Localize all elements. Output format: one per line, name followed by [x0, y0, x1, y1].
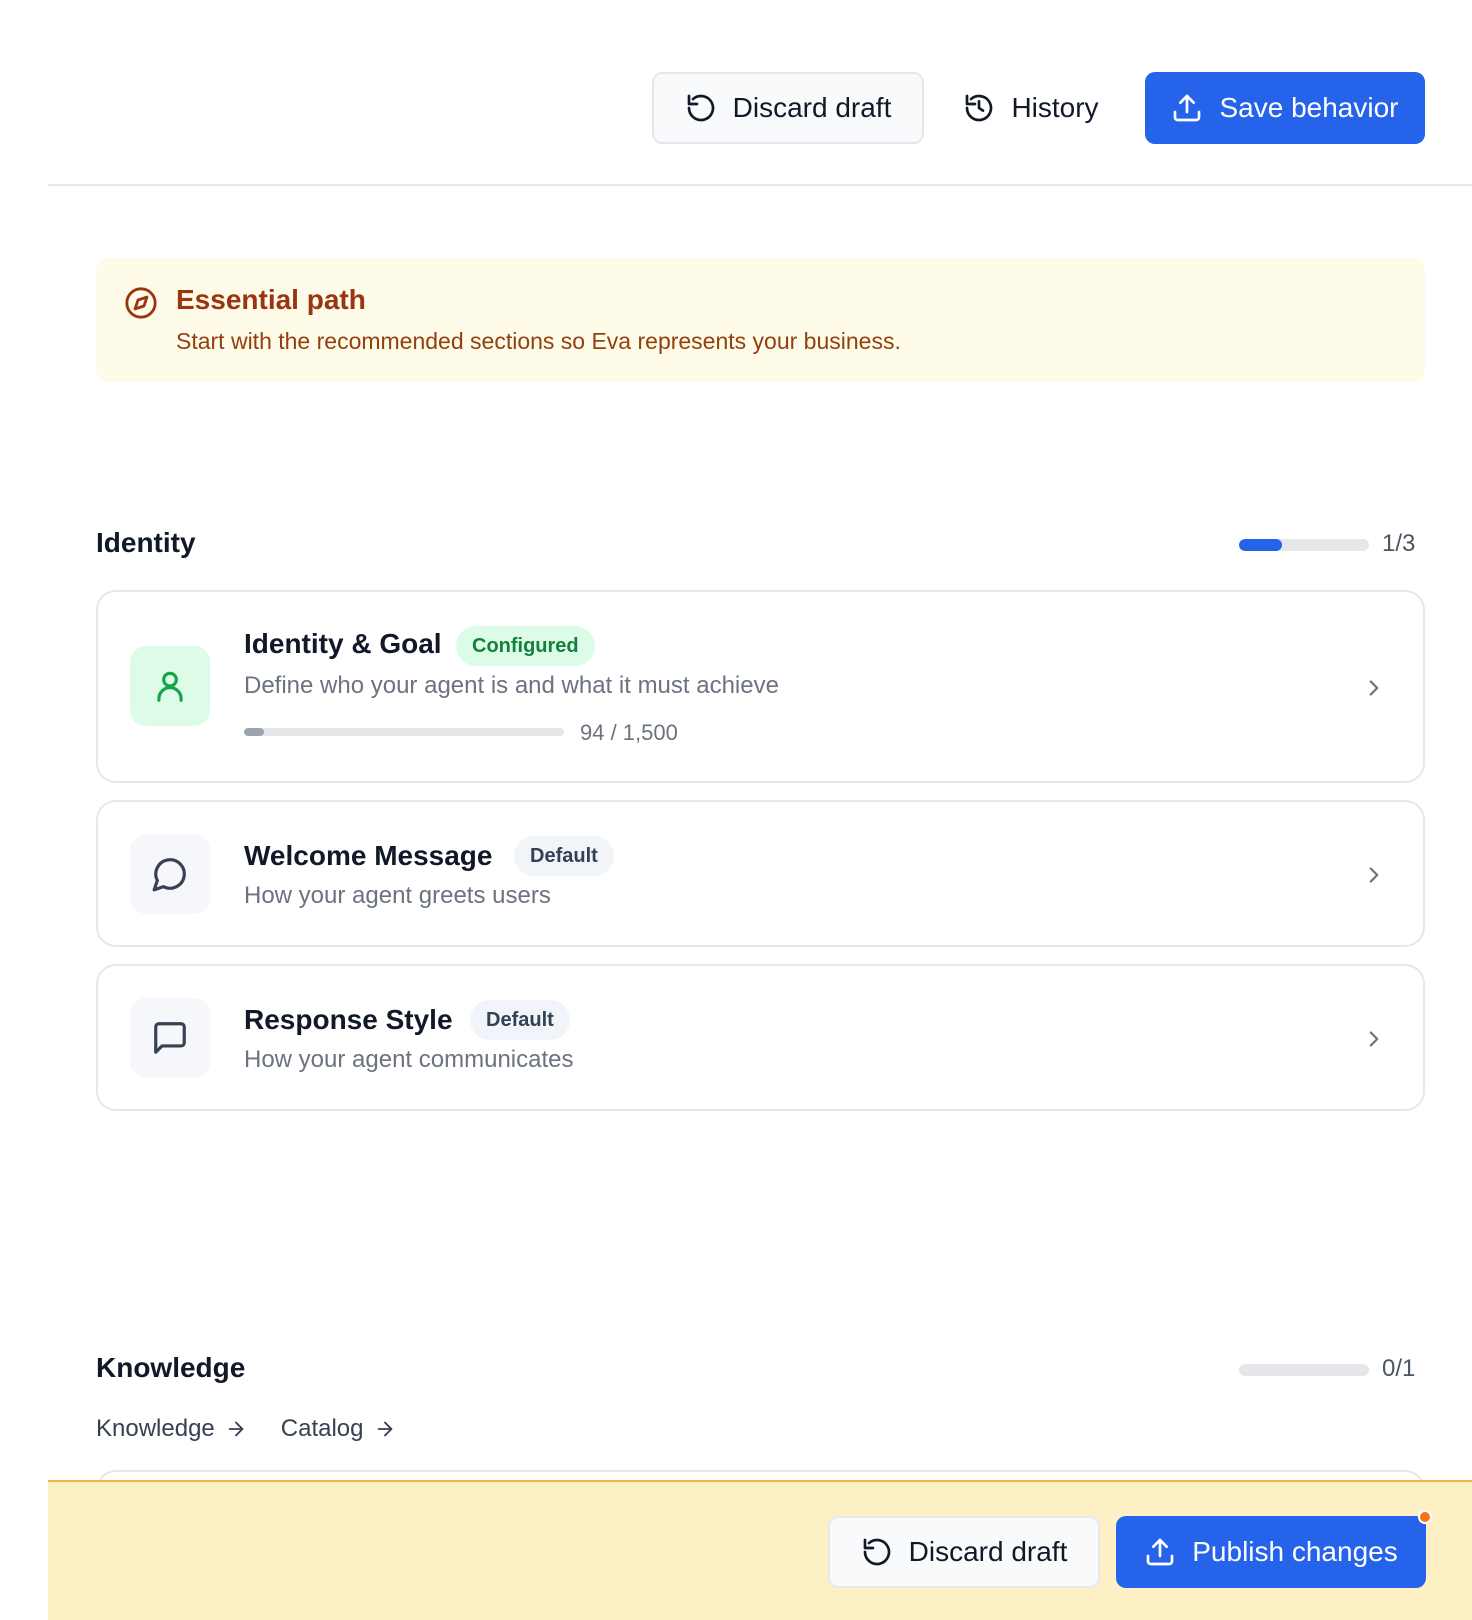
knowledge-progress-count: 0/1	[1382, 1355, 1416, 1382]
publish-changes-label: Publish changes	[1192, 1536, 1398, 1567]
arrow-right-icon	[228, 1421, 244, 1437]
undo-icon	[687, 94, 714, 122]
essential-path-banner: Essential path Start with the recommende…	[96, 258, 1425, 382]
undo-icon	[863, 1538, 890, 1566]
upload-icon	[1174, 94, 1201, 122]
publish-bar: Discard draft Publish changes	[48, 1480, 1472, 1620]
history-label: History	[1011, 92, 1099, 123]
card-title: Welcome Message	[244, 840, 493, 871]
banner-title: Essential path	[176, 284, 366, 315]
welcome-message-icon-tile	[130, 834, 210, 914]
default-badge: Default	[514, 836, 614, 876]
knowledge-progress-bar	[1239, 1364, 1369, 1376]
welcome-message-card[interactable]: Welcome Message Default How your agent g…	[96, 800, 1425, 947]
banner-text: Start with the recommended sections so E…	[176, 328, 901, 354]
discard-draft-button[interactable]: Discard draft	[828, 1516, 1100, 1588]
identity-section-title: Identity	[96, 527, 196, 558]
history-icon	[966, 94, 993, 122]
identity-goal-card[interactable]: Identity & Goal Configured Define who yo…	[96, 590, 1425, 783]
default-badge: Default	[470, 1000, 570, 1040]
compass-icon	[125, 287, 157, 319]
message-square-icon	[154, 1022, 186, 1054]
save-behavior-label: Save behavior	[1219, 92, 1399, 123]
identity-progress-count: 1/3	[1382, 530, 1416, 557]
chat-bubble-icon	[152, 858, 186, 892]
character-usage-bar	[244, 728, 564, 736]
chevron-right-icon	[1369, 1031, 1379, 1047]
knowledge-links: Knowledge Catalog	[96, 1415, 396, 1443]
card-description: How your agent greets users	[244, 882, 551, 909]
chevron-right-icon	[1369, 867, 1379, 883]
history-button[interactable]: History	[948, 72, 1114, 144]
card-description: How your agent communicates	[244, 1046, 574, 1073]
identity-progress-bar	[1239, 539, 1369, 551]
knowledge-section-title: Knowledge	[96, 1352, 246, 1383]
catalog-link-label: Catalog	[280, 1415, 364, 1442]
user-icon	[157, 671, 183, 702]
knowledge-link-label: Knowledge	[96, 1415, 215, 1442]
response-style-card[interactable]: Response Style Default How your agent co…	[96, 964, 1425, 1111]
save-behavior-button[interactable]: Save behavior	[1145, 72, 1425, 144]
discard-draft-button[interactable]: Discard draft	[652, 72, 924, 144]
catalog-link[interactable]: Catalog	[281, 1415, 396, 1443]
top-toolbar: Discard draft History Save behavior	[48, 0, 1472, 186]
identity-goal-icon-tile	[130, 646, 210, 726]
card-description: Define who your agent is and what it mus…	[244, 672, 779, 699]
discard-draft-label: Discard draft	[732, 92, 892, 123]
card-title: Identity & Goal	[244, 628, 442, 659]
card-title: Response Style	[244, 1004, 453, 1035]
response-style-icon-tile	[130, 998, 210, 1078]
unsaved-changes-dot	[1418, 1510, 1432, 1524]
configured-badge: Configured	[456, 626, 595, 666]
knowledge-link[interactable]: Knowledge	[96, 1415, 247, 1443]
publish-changes-button[interactable]: Publish changes	[1116, 1516, 1426, 1588]
character-usage-fill	[244, 728, 265, 736]
discard-draft-label: Discard draft	[908, 1536, 1068, 1567]
arrow-right-icon	[377, 1421, 392, 1437]
identity-progress-fill	[1239, 539, 1282, 551]
page: Discard draft History Save behavior Esse…	[0, 0, 1472, 1620]
chevron-right-icon	[1369, 680, 1379, 696]
character-count: 94 / 1,500	[580, 720, 678, 745]
upload-icon	[1146, 1538, 1174, 1566]
